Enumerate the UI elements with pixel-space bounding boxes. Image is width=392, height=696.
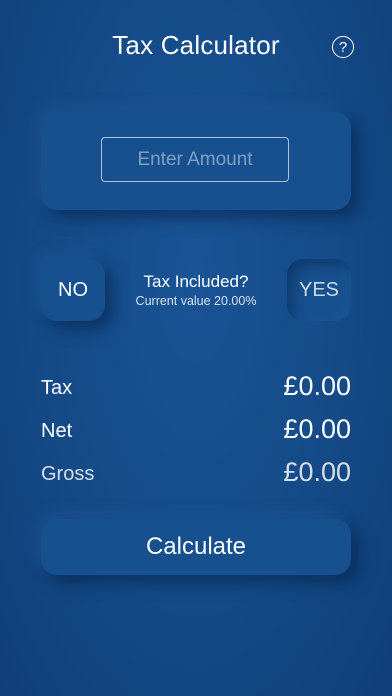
amount-input[interactable] bbox=[101, 137, 289, 182]
net-value: £0.00 bbox=[283, 414, 351, 444]
gross-result-row: Gross £0.00 bbox=[41, 457, 351, 493]
tax-included-no-button[interactable]: NO bbox=[41, 259, 105, 321]
tax-included-question: Tax Included? bbox=[143, 272, 249, 291]
calculate-button[interactable]: Calculate bbox=[41, 519, 351, 575]
calculate-label: Calculate bbox=[145, 533, 247, 560]
tax-result-row: Tax £0.00 bbox=[41, 371, 351, 407]
help-button[interactable]: ? bbox=[332, 36, 354, 58]
gross-label: Gross bbox=[41, 463, 95, 485]
tax-value: £0.00 bbox=[283, 371, 351, 401]
yes-label: YES bbox=[298, 278, 340, 301]
tax-included-yes-button[interactable]: YES bbox=[287, 259, 351, 321]
app-screen: Tax Calculator ? NO Tax Included? Curren… bbox=[0, 0, 392, 696]
question-circle-icon: ? bbox=[338, 38, 348, 56]
no-label: NO bbox=[58, 278, 88, 301]
gross-value: £0.00 bbox=[283, 457, 351, 487]
tax-label: Tax bbox=[41, 377, 73, 399]
tax-rate-current-value: Current value 20.00% bbox=[135, 294, 257, 308]
net-result-row: Net £0.00 bbox=[41, 414, 351, 450]
net-label: Net bbox=[41, 420, 73, 442]
amount-card bbox=[41, 112, 351, 210]
